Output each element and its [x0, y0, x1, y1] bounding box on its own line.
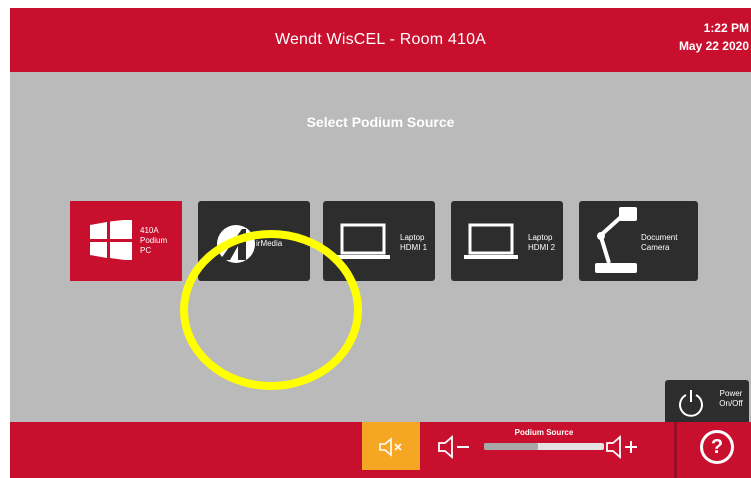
source-label-line: irMedia	[256, 239, 283, 248]
power-button[interactable]: Power On/Off	[665, 380, 749, 428]
main-panel: Select Podium Source 410A Podium PC irMe…	[10, 72, 751, 422]
source-label-line: Laptop	[400, 233, 425, 242]
source-label-line: Document	[641, 233, 678, 242]
source-label-line: Laptop	[528, 233, 553, 242]
speaker-mute-icon	[379, 437, 402, 457]
volume-up-button[interactable]	[606, 435, 646, 459]
source-label-line: HDMI 2	[528, 243, 556, 252]
source-label-line: Camera	[641, 243, 670, 252]
source-tile-laptop-hdmi-2[interactable]: Laptop HDMI 2	[451, 201, 563, 281]
power-label: Power On/Off	[715, 389, 747, 409]
volume-slider[interactable]	[484, 443, 604, 450]
footer-bar: Podium Source ?	[10, 422, 751, 478]
clock-time: 1:22 PM	[703, 21, 749, 35]
laptop-icon	[336, 223, 390, 259]
power-icon	[679, 390, 703, 417]
source-tile-podium-pc[interactable]: 410A Podium PC	[70, 201, 182, 281]
volume-caption: Podium Source	[514, 428, 574, 437]
source-label-line: 410A	[140, 226, 159, 235]
windows-icon	[90, 220, 132, 260]
volume-down-button[interactable]	[438, 435, 474, 459]
footer-divider	[674, 422, 677, 478]
select-source-heading: Select Podium Source	[306, 114, 455, 130]
help-button[interactable]: ?	[700, 430, 734, 464]
source-tile-document-camera[interactable]: Document Camera	[579, 201, 698, 281]
source-label-line: Podium	[140, 236, 168, 245]
speaker-minus-icon	[438, 435, 469, 459]
volume-level-fill	[484, 443, 538, 450]
laptop-icon	[464, 223, 518, 259]
room-title: Wendt WisCEL - Room 410A	[274, 31, 487, 48]
power-label-line: Power	[719, 389, 743, 398]
speaker-plus-icon	[606, 435, 637, 459]
source-tile-laptop-hdmi-1[interactable]: Laptop HDMI 1	[323, 201, 435, 281]
airmedia-icon	[217, 225, 255, 263]
source-tile-airmedia[interactable]: irMedia	[198, 201, 310, 281]
power-label-line: On/Off	[719, 399, 743, 408]
touch-panel-screen: Wendt WisCEL - Room 410A 1:22 PM May 22 …	[10, 8, 751, 478]
source-label-line: HDMI 1	[400, 243, 428, 252]
document-camera-icon	[595, 207, 637, 273]
clock-date: May 22 2020	[678, 39, 749, 53]
source-label-line: PC	[140, 246, 152, 255]
header-bar: Wendt WisCEL - Room 410A 1:22 PM May 22 …	[10, 8, 751, 72]
mute-button[interactable]	[362, 422, 420, 470]
